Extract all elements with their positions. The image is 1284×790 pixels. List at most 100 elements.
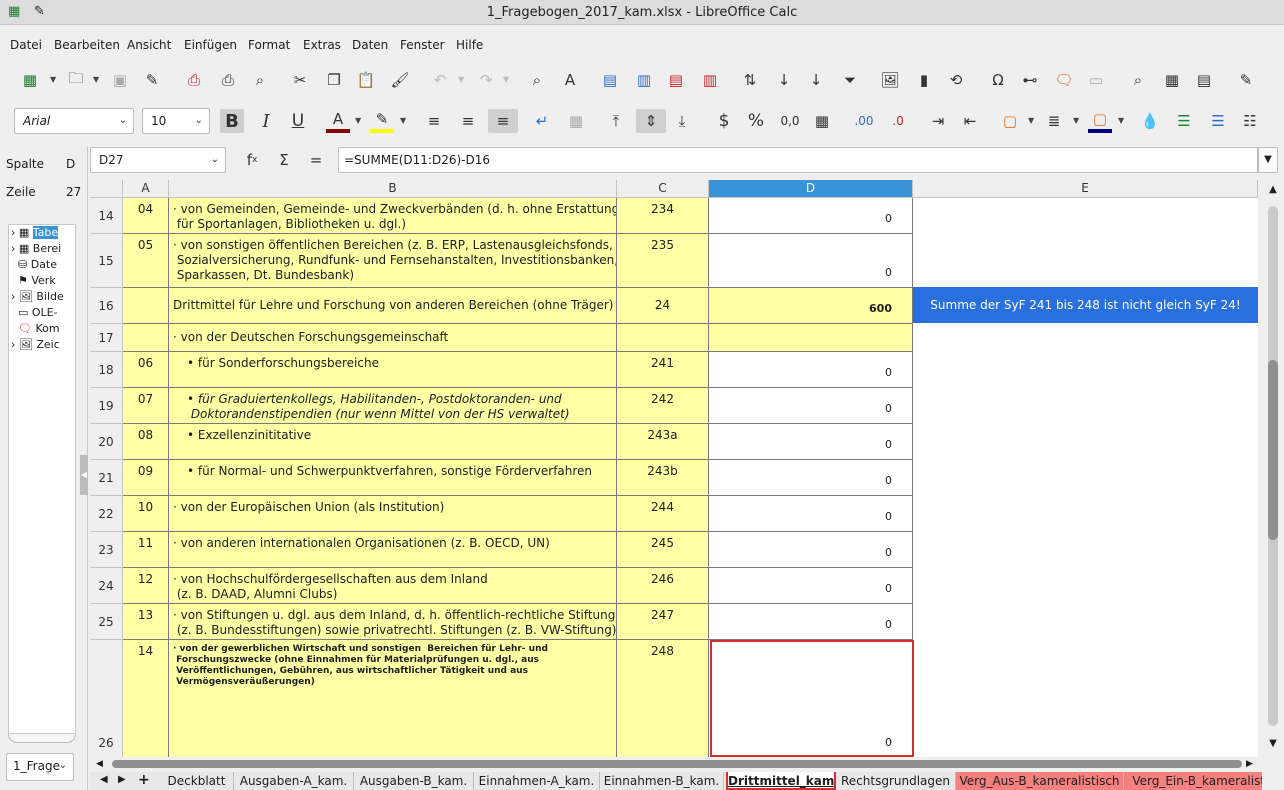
sort-ascending-icon[interactable]: ↓ — [772, 68, 796, 92]
column-header-c[interactable]: C — [617, 180, 709, 198]
tab-ausgaben-b[interactable]: Ausgaben-B_kam. — [354, 772, 474, 790]
cell-b[interactable]: · von anderen internationalen Organisati… — [169, 532, 617, 568]
tree-item-comments[interactable]: 🗨 Kom — [11, 322, 60, 338]
row-header[interactable]: 25 — [90, 604, 123, 640]
date-format-icon[interactable]: ▦ — [810, 109, 834, 133]
horizontal-scrollbar[interactable]: ◀ ▶ — [90, 757, 1258, 771]
formula-equals-icon[interactable]: = — [304, 148, 328, 172]
cell-d[interactable] — [709, 324, 913, 352]
name-box[interactable]: D27 ⌄ — [90, 147, 226, 173]
print-preview-icon[interactable]: ⌕ — [248, 68, 272, 92]
column-icon[interactable]: ▥ — [632, 68, 656, 92]
cell-c[interactable] — [617, 324, 709, 352]
underline-icon[interactable]: U — [286, 109, 310, 133]
sort-descending-icon[interactable]: ↓ — [804, 68, 828, 92]
cell-c[interactable]: 247 — [617, 604, 709, 640]
sum-icon[interactable]: Σ — [272, 148, 296, 172]
row-header[interactable]: 19 — [90, 388, 123, 424]
currency-format-icon[interactable]: $ — [712, 109, 736, 133]
row-header[interactable]: 17 — [90, 324, 123, 352]
redo-dropdown-icon[interactable]: ▼ — [503, 68, 511, 92]
cell-a[interactable]: 14 — [123, 640, 169, 757]
navigator-column-value[interactable]: D — [66, 157, 75, 171]
navigator-row-value[interactable]: 27 — [66, 185, 81, 199]
tab-verg-aus-b[interactable]: Verg_Aus-B_kameralistisch — [956, 772, 1124, 790]
cell-c[interactable]: 243b — [617, 460, 709, 496]
cell-a[interactable]: 13 — [123, 604, 169, 640]
align-bottom-icon[interactable]: ⤓ — [670, 109, 694, 133]
cell-a[interactable]: 10 — [123, 496, 169, 532]
cell-a[interactable]: 06 — [123, 352, 169, 388]
tab-einnahmen-a[interactable]: Einnahmen-A_kam. — [474, 772, 600, 790]
menu-daten[interactable]: Daten — [352, 38, 388, 52]
align-left-icon[interactable]: ≡ — [422, 109, 446, 133]
borders-icon[interactable]: ▢ — [998, 109, 1022, 133]
highlight-color-icon[interactable]: ✎ — [370, 109, 394, 133]
save-as-icon[interactable]: ✎ — [140, 68, 164, 92]
pivot-table-icon[interactable]: ⟲ — [944, 68, 968, 92]
tree-item-ole[interactable]: ▭ OLE- — [11, 306, 58, 322]
tree-item-tables[interactable]: › ▦ Tabe — [11, 226, 59, 242]
format-paintbrush-icon[interactable]: ☰ — [1206, 109, 1230, 133]
autofilter-icon[interactable]: ⏷ — [838, 68, 862, 92]
cell-b[interactable]: · von der Deutschen Forschungsgemeinscha… — [169, 324, 617, 352]
italic-icon[interactable]: I — [254, 109, 278, 133]
cell-c[interactable]: 245 — [617, 532, 709, 568]
border-color-dropdown-icon[interactable]: ▼ — [1118, 109, 1126, 133]
merge-cells-icon[interactable]: ▦ — [564, 109, 588, 133]
sort-icon[interactable]: ⇅ — [738, 68, 762, 92]
cell-d[interactable]: 0 — [709, 640, 913, 757]
percent-format-icon[interactable]: % — [744, 109, 768, 133]
cell-a[interactable]: 12 — [123, 568, 169, 604]
cell-a[interactable] — [123, 288, 169, 324]
center-vertically-icon[interactable]: ⇕ — [636, 109, 666, 133]
prev-sheet-icon[interactable]: ◀ — [100, 774, 108, 785]
new-spreadsheet-icon[interactable]: ▦ — [18, 68, 42, 92]
cell-d[interactable]: 0 — [709, 198, 913, 234]
row-header[interactable]: 23 — [90, 532, 123, 568]
cell-a[interactable] — [123, 324, 169, 352]
menu-hilfe[interactable]: Hilfe — [456, 38, 483, 52]
row-header[interactable]: 22 — [90, 496, 123, 532]
cell-d[interactable]: 600 — [709, 288, 913, 324]
border-style-dropdown-icon[interactable]: ▼ — [1073, 109, 1081, 133]
formula-input[interactable]: =SUMME(D11:D26)-D16 — [338, 147, 1258, 173]
cell-c[interactable]: 248 — [617, 640, 709, 757]
column-header-e[interactable]: E — [913, 180, 1258, 198]
decrease-indent-icon[interactable]: ⇤ — [958, 109, 982, 133]
validation-message-cell[interactable]: Summe der SyF 241 bis 248 ist nicht glei… — [913, 287, 1258, 323]
cell-d[interactable]: 0 — [709, 234, 913, 288]
row-header[interactable]: 18 — [90, 352, 123, 388]
row-header[interactable]: 20 — [90, 424, 123, 460]
number-format-icon[interactable]: 0,0 — [778, 109, 802, 133]
cell-b[interactable]: Drittmittel für Lehre und Forschung von … — [169, 288, 617, 324]
tree-item-drawings[interactable]: › 🖼 Zeic — [11, 338, 60, 354]
cell-c[interactable]: 234 — [617, 198, 709, 234]
cell-c[interactable]: 241 — [617, 352, 709, 388]
hyperlink-icon[interactable]: ⊷ — [1018, 68, 1042, 92]
save-icon[interactable]: ▣ — [108, 68, 132, 92]
tab-einnahmen-b[interactable]: Einnahmen-B_kam. — [600, 772, 724, 790]
insert-image-icon[interactable]: 🖼 — [878, 68, 902, 92]
cell-a[interactable]: 05 — [123, 234, 169, 288]
cell-c[interactable]: 235 — [617, 234, 709, 288]
bold-icon[interactable]: B — [220, 109, 244, 133]
align-right-icon[interactable]: ≡ — [488, 109, 518, 133]
open-dropdown-icon[interactable]: ▼ — [93, 68, 101, 92]
cell-b[interactable]: · von der gewerblichen Wirtschaft und so… — [169, 640, 617, 757]
cell-b[interactable]: · von der Europäischen Union (als Instit… — [169, 496, 617, 532]
border-color-icon[interactable]: ▢ — [1088, 109, 1112, 133]
cell-d[interactable]: 0 — [709, 532, 913, 568]
cell-c[interactable]: 244 — [617, 496, 709, 532]
cell-a[interactable]: 09 — [123, 460, 169, 496]
undo-icon[interactable]: ↶ — [428, 68, 452, 92]
tab-drittmittel[interactable]: Drittmittel_kam. — [726, 772, 836, 790]
open-icon[interactable]: 🗀 — [64, 68, 88, 92]
headers-footers-icon[interactable]: ▭ — [1084, 68, 1108, 92]
undo-dropdown-icon[interactable]: ▼ — [458, 68, 466, 92]
cell-a[interactable]: 04 — [123, 198, 169, 234]
borders-dropdown-icon[interactable]: ▼ — [1028, 109, 1036, 133]
highlight-dropdown-icon[interactable]: ▼ — [400, 109, 408, 133]
select-all-corner[interactable] — [90, 180, 123, 198]
special-character-icon[interactable]: Ω — [986, 68, 1010, 92]
